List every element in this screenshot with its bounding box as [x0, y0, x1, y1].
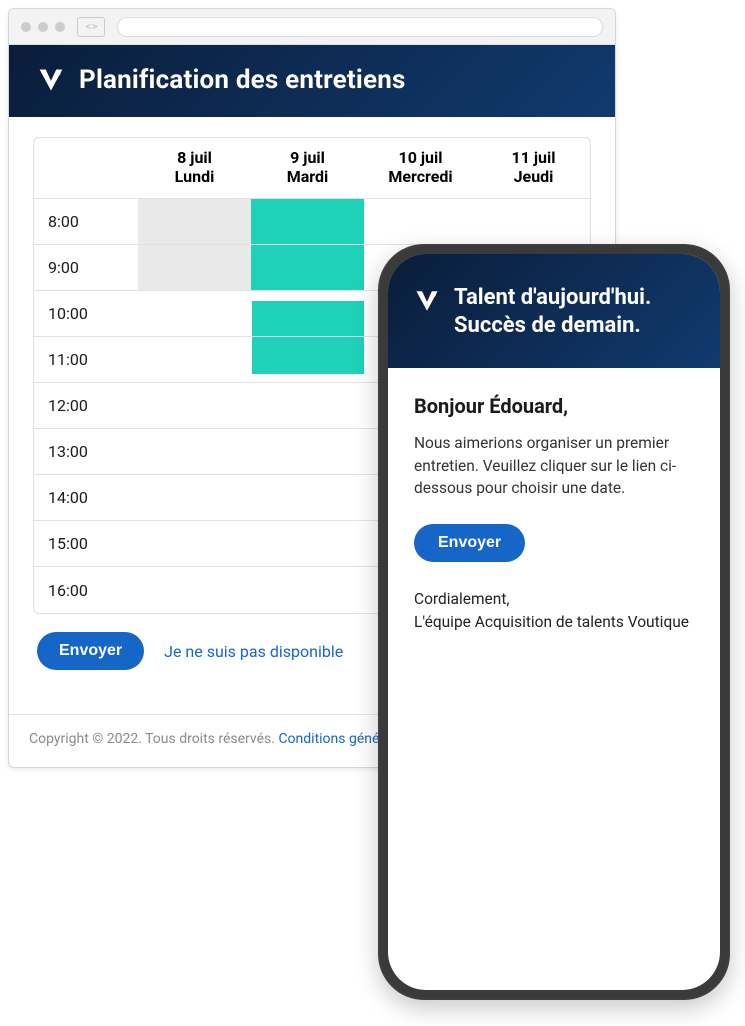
slot-empty[interactable] [364, 199, 477, 244]
slot-empty[interactable] [251, 521, 364, 566]
browser-chrome: < > [9, 9, 615, 45]
greeting: Bonjour Édouard, [414, 394, 694, 418]
time-label: 13:00 [34, 429, 138, 474]
slot-empty[interactable] [138, 475, 251, 520]
day-name: Lundi [144, 167, 245, 186]
time-label: 8:00 [34, 199, 138, 244]
time-label: 14:00 [34, 475, 138, 520]
time-label: 11:00 [34, 337, 138, 382]
window-dot [55, 22, 65, 32]
slot-empty[interactable] [138, 429, 251, 474]
slot-empty[interactable] [251, 429, 364, 474]
phone-header: Talent d'aujourd'hui. Succès de demain. [388, 254, 720, 368]
day-date: 9 juil [257, 148, 358, 167]
time-label: 10:00 [34, 291, 138, 336]
window-controls [21, 22, 65, 32]
slot-empty[interactable] [138, 567, 251, 613]
window-dot [38, 22, 48, 32]
phone-screen: Talent d'aujourd'hui. Succès de demain. … [388, 254, 720, 990]
day-date: 10 juil [370, 148, 471, 167]
page-title: Planification des entretiens [79, 65, 406, 95]
slot-empty[interactable] [251, 475, 364, 520]
schedule-header-row: 8 juil Lundi 9 juil Mardi 10 juil Mercre… [34, 138, 590, 199]
phone-headline: Talent d'aujourd'hui. Succès de demain. [454, 284, 651, 340]
brand-logo-icon [37, 66, 65, 94]
headline-line: Talent d'aujourd'hui. [454, 285, 651, 310]
email-text: Nous aimerions organiser un premier entr… [414, 432, 694, 499]
app-header: Planification des entretiens [9, 45, 615, 117]
signature-line: L'équipe Acquisition de talents Voutique [414, 613, 689, 631]
schedule-corner [34, 138, 138, 198]
phone-mock: Talent d'aujourd'hui. Succès de demain. … [378, 244, 730, 1000]
brand-logo-icon [414, 288, 440, 314]
slot-empty[interactable] [138, 291, 251, 336]
slot-selected[interactable] [251, 199, 364, 244]
slot-empty[interactable] [138, 383, 251, 428]
schedule-row: 8:00 [34, 199, 590, 245]
time-label: 16:00 [34, 567, 138, 613]
send-button[interactable]: Envoyer [37, 632, 144, 670]
email-body: Bonjour Édouard, Nous aimerions organise… [388, 368, 720, 654]
day-name: Jeudi [483, 167, 584, 186]
day-header: 9 juil Mardi [251, 138, 364, 198]
slot-empty[interactable] [251, 383, 364, 428]
time-label: 15:00 [34, 521, 138, 566]
slot-empty[interactable] [138, 337, 251, 382]
signature-line: Cordialement, [414, 590, 509, 608]
day-date: 11 juil [483, 148, 584, 167]
terms-link[interactable]: Conditions géné [278, 731, 379, 747]
day-header: 10 juil Mercredi [364, 138, 477, 198]
day-date: 8 juil [144, 148, 245, 167]
day-name: Mardi [257, 167, 358, 186]
day-name: Mercredi [370, 167, 471, 186]
copyright-text: Copyright © 2022. Tous droits réservés. [29, 731, 278, 747]
slot-empty[interactable] [251, 567, 364, 613]
window-dot [21, 22, 31, 32]
not-available-link[interactable]: Je ne suis pas disponible [164, 642, 343, 661]
slot-selected[interactable] [251, 337, 364, 382]
slot-selected[interactable] [251, 245, 364, 290]
day-header: 8 juil Lundi [138, 138, 251, 198]
slot-empty[interactable] [477, 199, 590, 244]
slot-unavailable[interactable] [138, 245, 251, 290]
day-header: 11 juil Jeudi [477, 138, 590, 198]
devtools-icon: < > [77, 17, 105, 37]
send-button[interactable]: Envoyer [414, 524, 525, 562]
slot-selected[interactable] [251, 291, 364, 336]
time-label: 12:00 [34, 383, 138, 428]
signature: Cordialement, L'équipe Acquisition de ta… [414, 588, 694, 635]
address-bar[interactable] [117, 17, 603, 37]
slot-unavailable[interactable] [138, 199, 251, 244]
slot-empty[interactable] [138, 521, 251, 566]
headline-line: Succès de demain. [454, 313, 641, 338]
time-label: 9:00 [34, 245, 138, 290]
